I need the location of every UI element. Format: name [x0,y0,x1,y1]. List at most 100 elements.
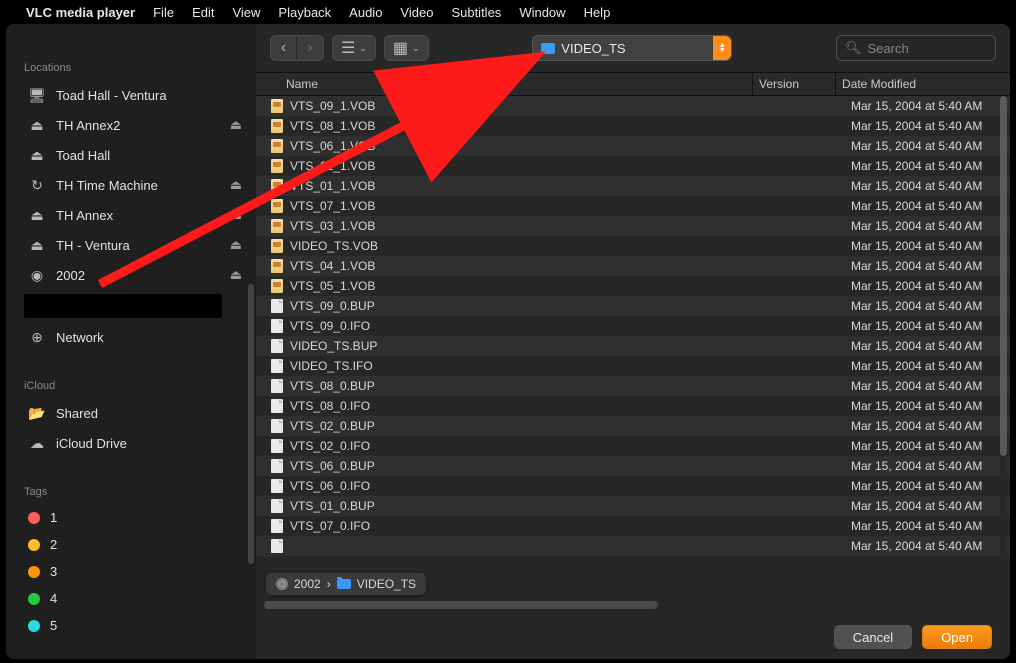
sidebar-item-label: TH Annex [56,208,113,223]
view-grid-button[interactable]: ▦ ⌄ [384,35,429,61]
file-row[interactable]: VTS_01_1.VOBMar 15, 2004 at 5:40 AM [256,176,1010,196]
sidebar-item-th-ventura[interactable]: ⏏TH - Ventura⏏ [24,230,246,260]
sidebar-item-th-annex[interactable]: ⏏ TH Annex ⏏ [24,200,246,230]
sidebar-item-toad-hall-ventura[interactable]: 🖥Toad Hall - Ventura [24,80,246,110]
file-icon [270,259,284,273]
file-row[interactable]: VTS_06_0.BUPMar 15, 2004 at 5:40 AM [256,456,1010,476]
column-version[interactable]: Version [759,77,829,91]
file-icon [270,419,284,433]
disc-icon: ◉ [28,266,46,284]
menu-audio[interactable]: Audio [349,5,382,20]
nav-forward-button[interactable]: › [297,36,323,60]
file-date: Mar 15, 2004 at 5:40 AM [851,119,996,133]
file-row[interactable]: VTS_06_0.IFOMar 15, 2004 at 5:40 AM [256,476,1010,496]
menu-subtitles[interactable]: Subtitles [451,5,501,20]
file-row[interactable]: VTS_09_0.IFOMar 15, 2004 at 5:40 AM [256,316,1010,336]
menu-file[interactable]: File [153,5,174,20]
file-name: VTS_02_1.VOB [290,159,785,173]
file-row[interactable]: VTS_01_0.BUPMar 15, 2004 at 5:40 AM [256,496,1010,516]
path-item-1[interactable]: 2002 [294,577,321,591]
sidebar-item-th-time-machine[interactable]: ↻TH Time Machine⏏ [24,170,246,200]
tag-2[interactable]: 2 [24,531,246,558]
path-item-2[interactable]: VIDEO_TS [357,577,416,591]
tag-5[interactable]: 5 [24,612,246,639]
file-row[interactable]: VTS_04_1.VOBMar 15, 2004 at 5:40 AM [256,256,1010,276]
menu-edit[interactable]: Edit [192,5,214,20]
open-button[interactable]: Open [922,625,992,649]
view-list-button[interactable]: ☰ ⌄ [332,35,376,61]
file-row[interactable]: VIDEO_TS.BUPMar 15, 2004 at 5:40 AM [256,336,1010,356]
folder-shared-icon: 📂 [28,404,46,422]
file-row[interactable]: VTS_09_1.VOBMar 15, 2004 at 5:40 AM [256,96,1010,116]
file-date: Mar 15, 2004 at 5:40 AM [851,179,996,193]
drive-icon: ⏏ [28,116,46,134]
eject-icon[interactable]: ⏏ [230,207,242,223]
file-row[interactable]: VTS_02_0.IFOMar 15, 2004 at 5:40 AM [256,436,1010,456]
menu-playback[interactable]: Playback [278,5,331,20]
sidebar-item-label: Shared [56,406,98,421]
search-icon: 🔍︎ [845,40,862,56]
column-name[interactable]: Name [286,77,746,91]
menu-video[interactable]: Video [400,5,433,20]
file-row[interactable]: Mar 15, 2004 at 5:40 AM [256,536,1010,556]
file-row[interactable]: VTS_08_0.BUPMar 15, 2004 at 5:40 AM [256,376,1010,396]
sidebar-item-shared[interactable]: 📂 Shared [24,398,246,428]
content-area: Name Version Date Modified VTS_09_1.VOBM… [256,72,1010,615]
file-name: VTS_02_0.BUP [290,419,785,433]
file-row[interactable]: VTS_08_0.IFOMar 15, 2004 at 5:40 AM [256,396,1010,416]
menu-window[interactable]: Window [519,5,565,20]
menu-help[interactable]: Help [584,5,611,20]
file-row[interactable]: VTS_07_0.IFOMar 15, 2004 at 5:40 AM [256,516,1010,536]
tag-3[interactable]: 3 [24,558,246,585]
sidebar-scrollbar[interactable] [248,284,254,564]
eject-icon[interactable]: ⏏ [230,117,242,133]
sidebar-item-icloud-drive[interactable]: ☁ iCloud Drive [24,428,246,458]
file-date: Mar 15, 2004 at 5:40 AM [851,159,996,173]
eject-icon[interactable]: ⏏ [230,177,242,193]
file-date: Mar 15, 2004 at 5:40 AM [851,479,996,493]
search-input[interactable]: 🔍︎ Search [836,35,996,61]
file-icon [270,459,284,473]
tag-label: 4 [50,591,57,606]
file-row[interactable]: VTS_06_1.VOBMar 15, 2004 at 5:40 AM [256,136,1010,156]
sidebar-item-2002[interactable]: ◉2002⏏ [24,260,246,290]
sidebar-item-label: TH Time Machine [56,178,158,193]
eject-icon[interactable]: ⏏ [230,237,242,253]
app-name[interactable]: VLC media player [26,5,135,20]
file-name: VTS_08_0.BUP [290,379,785,393]
file-icon [270,499,284,513]
sidebar-item-th-annex2[interactable]: ⏏TH Annex2⏏ [24,110,246,140]
sidebar-item-network[interactable]: ⊕Network [24,322,246,352]
horizontal-scrollbar[interactable] [264,601,658,609]
drive-icon: ⏏ [28,206,46,224]
tag-1[interactable]: 1 [24,504,246,531]
sidebar-item-label: iCloud Drive [56,436,127,451]
cloud-icon: ☁ [28,434,46,452]
file-row[interactable]: VTS_02_1.VOB Mar 15, 2004 at 5:40 AM [256,156,1010,176]
file-row[interactable]: VTS_03_1.VOBMar 15, 2004 at 5:40 AM [256,216,1010,236]
path-bar: 2002 › VIDEO_TS [266,573,426,595]
file-row[interactable]: VTS_05_1.VOBMar 15, 2004 at 5:40 AM [256,276,1010,296]
menu-view[interactable]: View [232,5,260,20]
file-row[interactable]: VIDEO_TS.VOBMar 15, 2004 at 5:40 AM [256,236,1010,256]
file-icon [270,479,284,493]
column-date[interactable]: Date Modified [842,77,992,91]
tag-4[interactable]: 4 [24,585,246,612]
folder-dropdown[interactable]: VIDEO_TS ▲▼ [532,35,732,61]
file-row[interactable]: VIDEO_TS.IFOMar 15, 2004 at 5:40 AM [256,356,1010,376]
file-name: VTS_07_0.IFO [290,519,785,533]
file-row[interactable]: VTS_02_0.BUPMar 15, 2004 at 5:40 AM [256,416,1010,436]
cancel-button[interactable]: Cancel [834,625,912,649]
file-icon [270,299,284,313]
file-list[interactable]: VTS_09_1.VOBMar 15, 2004 at 5:40 AMVTS_0… [256,96,1010,615]
eject-icon[interactable]: ⏏ [230,267,242,283]
tag-dot-icon [28,512,40,524]
disc-icon [276,578,288,590]
file-row[interactable]: VTS_08_1.VOBMar 15, 2004 at 5:40 AM [256,116,1010,136]
vertical-scrollbar[interactable] [1000,96,1007,456]
sidebar-item-toad-hall[interactable]: ⏏Toad Hall [24,140,246,170]
file-row[interactable]: VTS_09_0.BUPMar 15, 2004 at 5:40 AM [256,296,1010,316]
sidebar-item-redacted[interactable] [24,294,222,318]
nav-back-button[interactable]: ‹ [271,36,297,60]
file-row[interactable]: VTS_07_1.VOBMar 15, 2004 at 5:40 AM [256,196,1010,216]
